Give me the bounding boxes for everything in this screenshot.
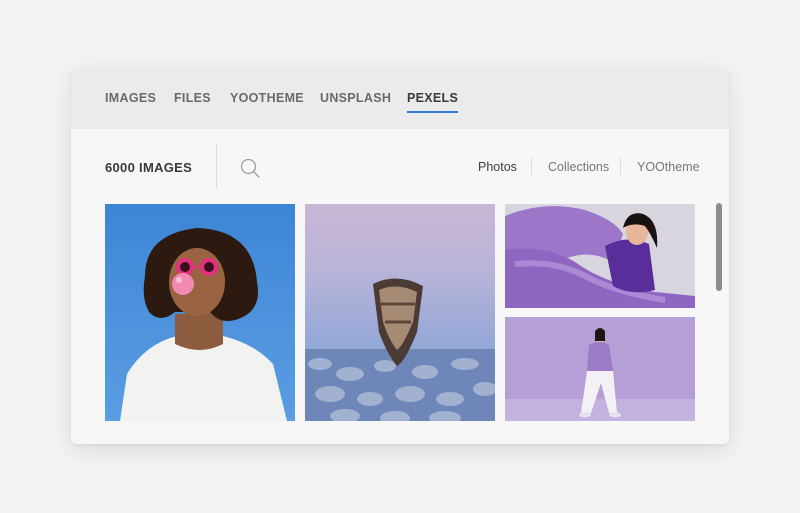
filter-collections[interactable]: Collections (548, 160, 609, 174)
filter-yootheme[interactable]: YOOtheme (637, 160, 700, 174)
filter-separator (620, 157, 621, 175)
filter-photos[interactable]: Photos (478, 160, 517, 174)
photo-tile-rowboat[interactable] (305, 204, 495, 421)
media-picker-panel: IMAGES FILES YOOTHEME UNSPLASH PEXELS 60… (71, 68, 729, 444)
search-icon[interactable] (239, 157, 261, 179)
tab-pexels[interactable]: PEXELS (407, 91, 459, 113)
filter-separator (531, 157, 532, 175)
image-count: 6000 IMAGES (105, 160, 193, 175)
tab-files[interactable]: FILES (174, 91, 211, 105)
photo-tile-woman-walking[interactable] (505, 317, 695, 421)
tab-yootheme[interactable]: YOOTHEME (230, 91, 304, 105)
photo-tile-woman-bubblegum[interactable] (105, 204, 295, 421)
scrollbar-thumb[interactable] (716, 203, 722, 291)
toolbar-divider (216, 144, 217, 189)
photo-tile-woman-purple-fabric[interactable] (505, 204, 695, 308)
source-tab-bar: IMAGES FILES YOOTHEME UNSPLASH PEXELS (71, 68, 729, 129)
tab-unsplash[interactable]: UNSPLASH (320, 91, 391, 105)
tab-images[interactable]: IMAGES (105, 91, 156, 105)
